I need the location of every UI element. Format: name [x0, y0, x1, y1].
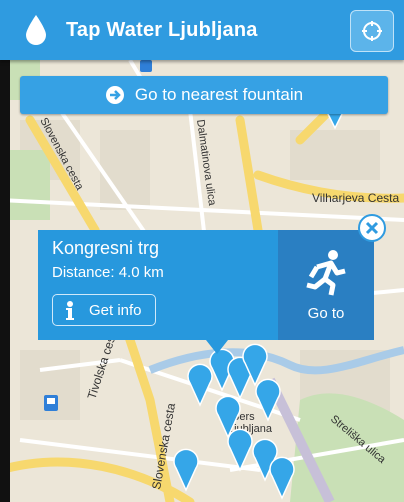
info-window-pointer — [206, 340, 228, 354]
go-to-label: Go to — [307, 304, 345, 322]
nearest-fountain-label: Go to nearest fountain — [134, 85, 304, 104]
close-icon — [365, 221, 379, 235]
app-bar: Tap Water Ljubljana — [0, 0, 404, 60]
app-title: Tap Water Ljubljana — [66, 18, 258, 41]
info-window: Kongresni trg Distance: 4.0 km Get info … — [38, 230, 374, 340]
place-name: Kongresni trg — [52, 238, 160, 258]
water-drop-icon — [26, 15, 46, 45]
info-icon — [66, 301, 74, 320]
street-label: Vilharjeva Cesta — [312, 191, 399, 205]
running-man-icon — [306, 249, 346, 295]
info-details: Kongresni trg Distance: 4.0 km Get info — [38, 230, 278, 340]
get-info-label: Get info — [89, 301, 142, 319]
locate-icon — [362, 21, 382, 41]
close-button[interactable] — [358, 214, 386, 242]
nearest-fountain-button[interactable]: Go to nearest fountain — [20, 76, 388, 114]
go-to-button[interactable]: Go to — [278, 230, 374, 340]
locate-button[interactable] — [350, 10, 394, 52]
get-info-button[interactable]: Get info — [52, 294, 156, 326]
arrow-right-circle-icon — [105, 86, 124, 104]
distance-text: Distance: 4.0 km — [52, 264, 164, 281]
